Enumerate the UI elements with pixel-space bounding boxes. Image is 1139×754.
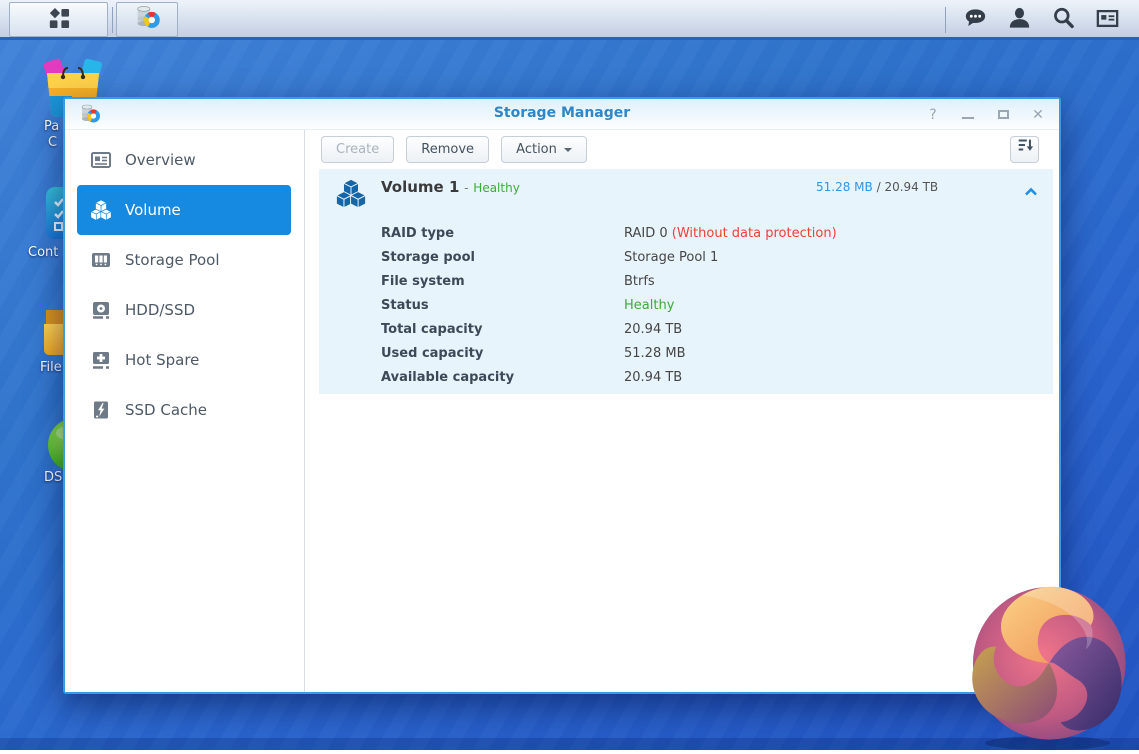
volume-name: Volume 1: [381, 178, 459, 196]
overview-icon: [90, 149, 112, 171]
status-healthy-text: Healthy: [624, 298, 674, 313]
help-button[interactable]: ?: [926, 108, 940, 122]
storage-manager-icon: [134, 4, 161, 35]
sidebar-item-storage-pool[interactable]: Storage Pool: [65, 235, 304, 285]
main-content: Create Remove Action: [305, 130, 1059, 692]
sidebar-item-label: Hot Spare: [125, 351, 199, 369]
chat-bubble-icon: [963, 6, 988, 35]
detail-row-raid-type: RAID type RAID 0 (Without data protectio…: [319, 221, 1053, 245]
hdd-icon: [90, 299, 112, 321]
maximize-button[interactable]: [996, 108, 1010, 122]
sidebar-item-label: SSD Cache: [125, 401, 207, 419]
minimize-button[interactable]: [961, 108, 975, 122]
toolbar: Create Remove Action: [305, 130, 1059, 169]
remove-button[interactable]: Remove: [406, 136, 489, 163]
detail-row-available-capacity: Available capacity 20.94 TB: [319, 365, 1053, 389]
notifications-button[interactable]: [961, 7, 989, 33]
volume-status-badge: Healthy: [473, 181, 520, 195]
sidebar-item-volume[interactable]: Volume: [77, 185, 291, 235]
collapse-panel-button[interactable]: [1023, 184, 1041, 202]
ssd-cache-icon: [90, 399, 112, 421]
detail-row-total-capacity: Total capacity 20.94 TB: [319, 317, 1053, 341]
raid-warning-text: (Without data protection): [672, 226, 837, 241]
sidebar-item-label: HDD/SSD: [125, 301, 195, 319]
volume-cubes-icon: [90, 199, 112, 221]
widgets-button[interactable]: [1093, 7, 1121, 33]
widgets-icon: [1095, 6, 1120, 35]
storage-manager-window: Storage Manager ? ✕ Overvie: [63, 97, 1061, 694]
detail-row-file-system: File system Btrfs: [319, 269, 1053, 293]
package-center-label-line2[interactable]: C: [48, 135, 57, 150]
sort-descending-icon: [1016, 136, 1034, 163]
sidebar: Overview: [65, 130, 305, 692]
detail-row-storage-pool: Storage pool Storage Pool 1: [319, 245, 1053, 269]
taskbar-separator-right: [945, 7, 946, 33]
create-button[interactable]: Create: [321, 136, 394, 163]
sidebar-item-hdd-ssd[interactable]: HDD/SSD: [65, 285, 304, 335]
detail-row-status: Status Healthy: [319, 293, 1053, 317]
sidebar-item-label: Storage Pool: [125, 251, 220, 269]
sidebar-item-overview[interactable]: Overview: [65, 135, 304, 185]
action-button[interactable]: Action: [501, 136, 587, 163]
file-station-label[interactable]: File: [40, 360, 62, 375]
control-panel-label[interactable]: Cont: [28, 245, 58, 260]
sidebar-item-label: Volume: [125, 201, 181, 219]
capacity-usage: 51.28 MB / 20.94 TB: [816, 176, 1006, 195]
sidebar-item-label: Overview: [125, 151, 196, 169]
sort-button[interactable]: [1010, 136, 1039, 163]
search-button[interactable]: [1049, 7, 1077, 33]
volume-details: RAID type RAID 0 (Without data protectio…: [319, 221, 1053, 389]
package-center-label-line1[interactable]: Pa: [44, 119, 59, 134]
main-menu-button[interactable]: [9, 2, 108, 37]
kitguru-logo: [963, 580, 1139, 750]
volume-panel-header[interactable]: Volume 1 - Healthy 51.28 MB / 20.94 TB: [319, 169, 1053, 221]
volume-title: Volume 1 - Healthy: [381, 178, 520, 196]
sidebar-item-ssd-cache[interactable]: SSD Cache: [65, 385, 304, 435]
taskbar-separator-left: [112, 7, 113, 33]
titlebar[interactable]: Storage Manager ? ✕: [65, 99, 1059, 130]
caret-down-icon: [564, 148, 572, 152]
main-menu-icon: [47, 6, 71, 34]
dsm-shortcut-label[interactable]: DS: [44, 470, 62, 485]
storage-manager-taskbar-button[interactable]: [116, 2, 178, 37]
chevron-up-icon: [1023, 185, 1039, 199]
user-button[interactable]: [1005, 7, 1033, 33]
person-icon: [1007, 6, 1032, 35]
taskbar: [0, 0, 1139, 40]
maximize-icon: [998, 110, 1009, 119]
search-icon: [1051, 6, 1076, 35]
capacity-text: 51.28 MB / 20.94 TB: [816, 180, 938, 194]
sidebar-item-hot-spare[interactable]: Hot Spare: [65, 335, 304, 385]
storage-pool-icon: [90, 249, 112, 271]
volume-icon: [336, 178, 366, 212]
window-title: Storage Manager: [65, 105, 1059, 121]
minimize-icon: [962, 117, 974, 119]
volume-panel: Volume 1 - Healthy 51.28 MB / 20.94 TB: [319, 169, 1053, 394]
detail-row-used-capacity: Used capacity 51.28 MB: [319, 341, 1053, 365]
hot-spare-icon: [90, 349, 112, 371]
close-button[interactable]: ✕: [1031, 108, 1045, 122]
